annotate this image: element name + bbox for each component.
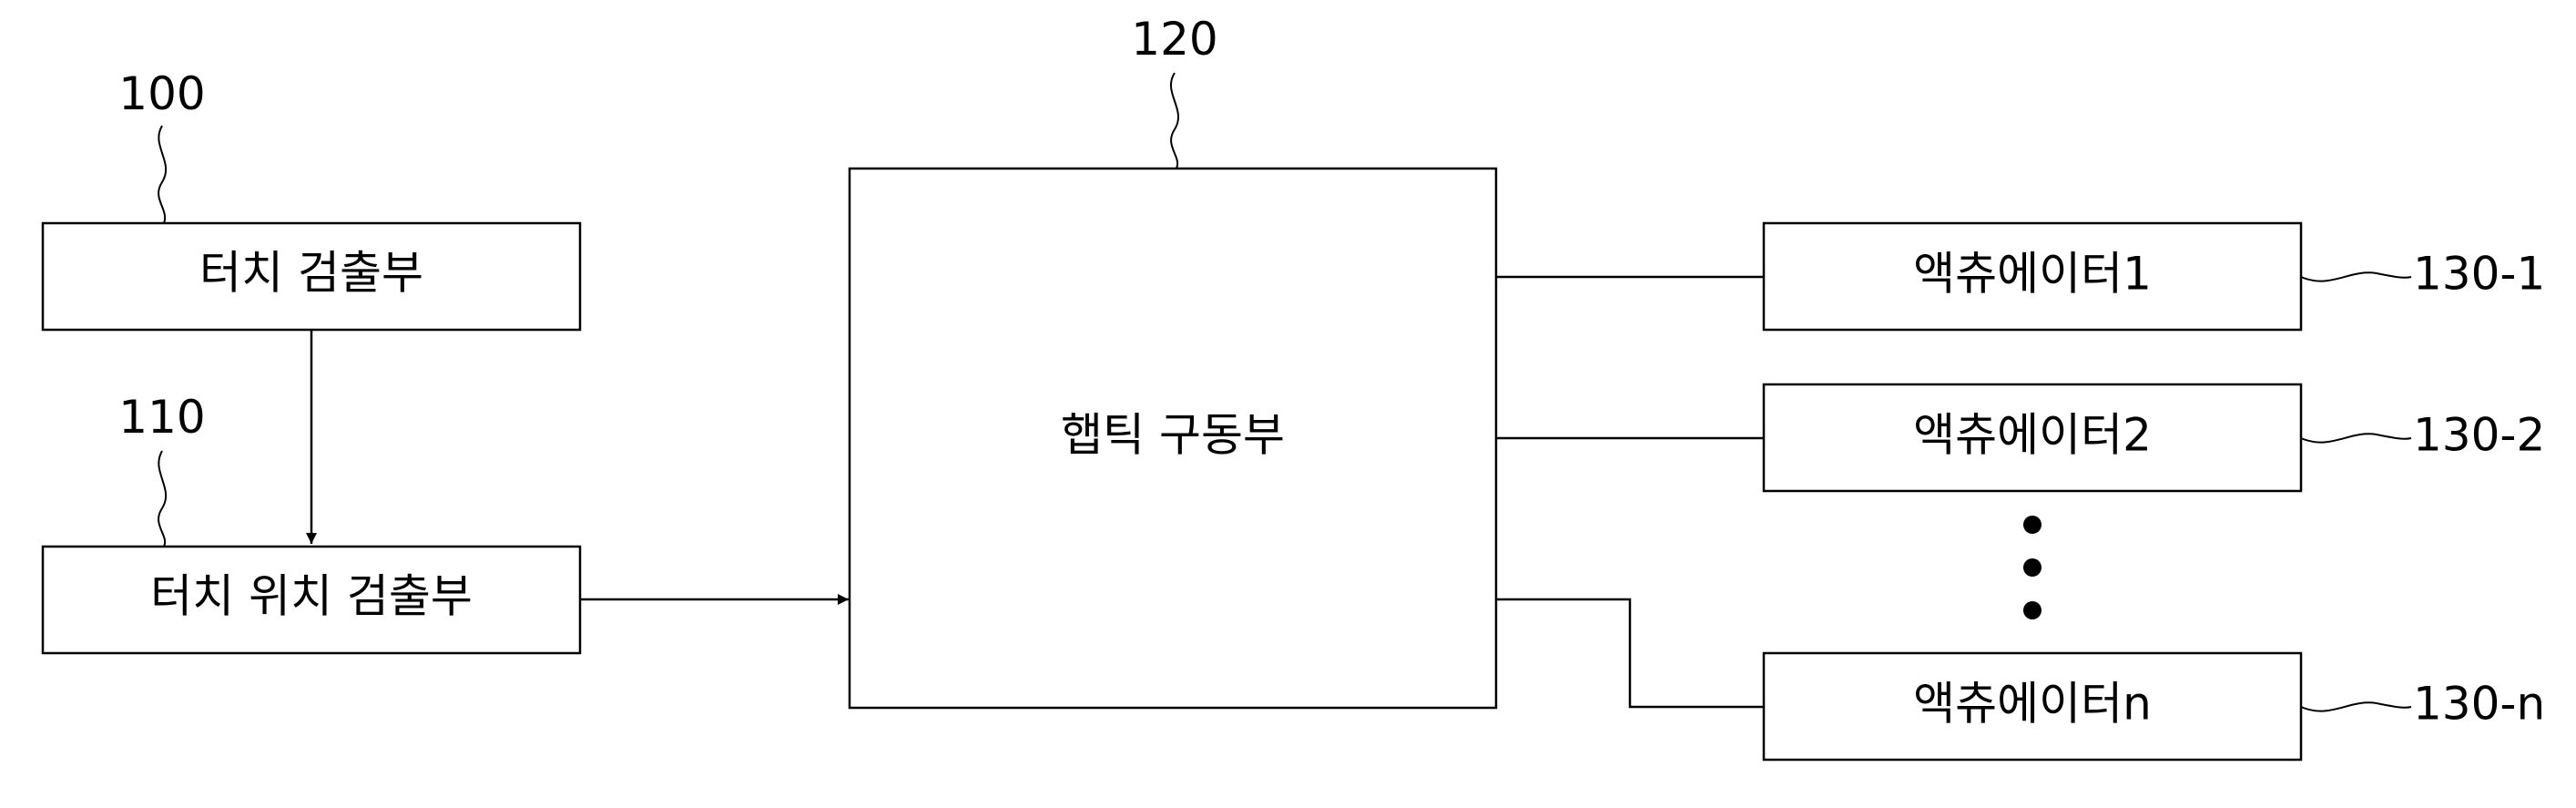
actuator-2-ref: 130-2 [2413,409,2545,462]
touch-position-detector-label: 터치 위치 검출부 [150,570,473,623]
touch-detector-label: 터치 검출부 [199,247,423,300]
touch-position-detector-ref: 110 [118,391,205,444]
actuator-2-label: 액츄에이터2 [1913,409,2152,462]
actuator-n-block: 액츄에이터n [1764,653,2301,760]
touch-detector-leader [158,126,166,223]
ellipsis-dots [2023,516,2041,619]
haptic-driver-block: 햅틱 구동부 [850,169,1496,708]
actuator-1-label: 액츄에이터1 [1913,248,2152,301]
actuator-1-leader [2301,272,2411,281]
actuator-2-leader [2301,434,2411,442]
actuator-n-leader [2301,702,2411,711]
haptic-driver-label: 햅틱 구동부 [1061,409,1285,462]
touch-position-detector-leader [158,451,166,547]
actuator-1-ref: 130-1 [2413,248,2545,301]
actuator-2-block: 액츄에이터2 [1764,384,2301,491]
actuator-n-ref: 130-n [2413,678,2545,731]
haptic-driver-leader [1171,73,1178,169]
line-driver-to-actuator-n [1496,599,1764,707]
touch-detector-block: 터치 검출부 [43,223,580,330]
touch-detector-ref: 100 [118,67,205,120]
block-diagram: 터치 검출부 100 터치 위치 검출부 110 햅틱 구동부 120 액츄에이… [0,0,2576,808]
touch-position-detector-block: 터치 위치 검출부 [43,547,580,653]
haptic-driver-ref: 120 [1131,13,1217,66]
actuator-n-label: 액츄에이터n [1913,678,2152,731]
actuator-1-block: 액츄에이터1 [1764,223,2301,330]
